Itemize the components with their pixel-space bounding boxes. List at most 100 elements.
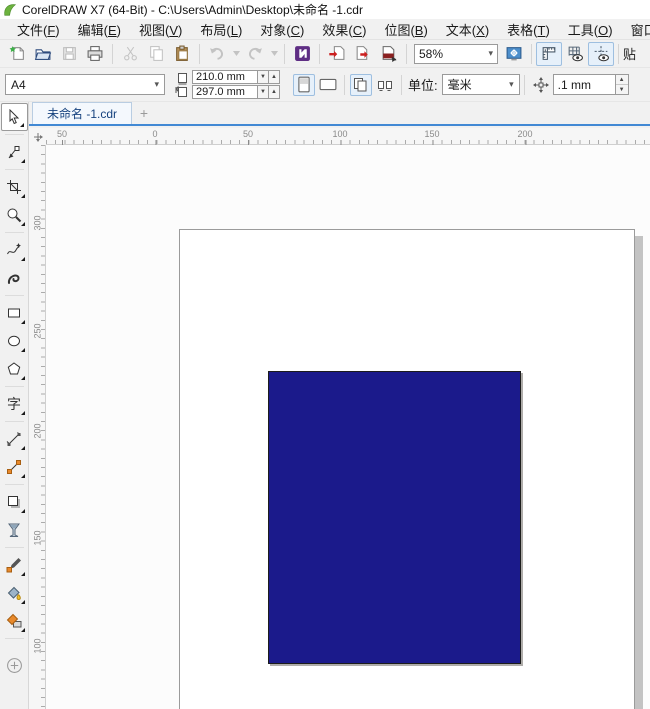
- document-page[interactable]: [179, 229, 635, 709]
- freehand-tool[interactable]: [1, 236, 28, 264]
- toolbox-separator: [5, 232, 24, 233]
- zoom-level-combobox[interactable]: 58% ▾: [414, 44, 498, 64]
- toolbox-separator: [5, 638, 24, 639]
- quick-customize-button[interactable]: [1, 651, 28, 679]
- print-button[interactable]: [82, 42, 108, 66]
- units-value: 毫米: [448, 76, 472, 93]
- undo-button[interactable]: [204, 42, 230, 66]
- redo-dropdown-caret[interactable]: [268, 42, 280, 66]
- new-tab-button[interactable]: +: [132, 102, 156, 124]
- toolbox-separator: [5, 295, 24, 296]
- units-combobox[interactable]: 毫米 ▾: [442, 74, 520, 95]
- width-spin-up[interactable]: ▲: [269, 70, 280, 84]
- text-tool[interactable]: 字: [1, 390, 28, 418]
- drawn-rectangle[interactable]: [268, 371, 521, 664]
- nudge-spin-up[interactable]: ▲: [616, 75, 628, 85]
- full-screen-preview-button[interactable]: [501, 42, 527, 66]
- menu-item-2[interactable]: 视图(V): [130, 18, 191, 41]
- height-spin-down[interactable]: ▼: [258, 85, 269, 99]
- menu-item-6[interactable]: 位图(B): [375, 18, 436, 41]
- vertical-ruler[interactable]: 300250200150100: [29, 145, 46, 709]
- straight-line-connector-tool[interactable]: [1, 453, 28, 481]
- menu-item-1[interactable]: 编辑(E): [69, 18, 130, 41]
- artistic-media-tool[interactable]: [1, 264, 28, 292]
- menu-item-3[interactable]: 布局(L): [191, 18, 251, 41]
- publish-pdf-button[interactable]: [376, 42, 402, 66]
- page-dimensions-icon: [175, 72, 189, 98]
- toolbox-separator: [5, 484, 24, 485]
- color-eyedropper-tool[interactable]: [1, 551, 28, 579]
- cut-button[interactable]: [117, 42, 143, 66]
- rectangle-tool[interactable]: [1, 299, 28, 327]
- toolbar-separator: [406, 44, 407, 64]
- menu-bar: 文件(F)编辑(E)视图(V)布局(L)对象(C)效果(C)位图(B)文本(X)…: [0, 19, 650, 40]
- all-pages-button[interactable]: [350, 74, 372, 96]
- toolbar-separator: [319, 44, 320, 64]
- shape-tool[interactable]: [1, 138, 28, 166]
- interactive-fill-tool[interactable]: [1, 579, 28, 607]
- export-button[interactable]: [350, 42, 376, 66]
- document-tab-bar: 未命名 -1.cdr +: [29, 102, 650, 126]
- page-size-combobox[interactable]: A4 ▾: [5, 74, 165, 95]
- toolbar-separator: [284, 44, 285, 64]
- redo-button[interactable]: [242, 42, 268, 66]
- text-tool-glyph: 字: [7, 397, 21, 411]
- application-launcher-button[interactable]: [289, 42, 315, 66]
- snap-to-dropdown[interactable]: 贴: [623, 44, 636, 63]
- parallel-dimension-tool[interactable]: [1, 425, 28, 453]
- toolbox-separator: [5, 421, 24, 422]
- portrait-orientation-button[interactable]: [293, 74, 315, 96]
- transparency-tool[interactable]: [1, 516, 28, 544]
- page-width-field[interactable]: 210.0 mm: [192, 70, 258, 84]
- landscape-orientation-button[interactable]: [317, 74, 339, 96]
- menu-item-7[interactable]: 文本(X): [437, 18, 498, 41]
- open-button[interactable]: [30, 42, 56, 66]
- copy-button[interactable]: [143, 42, 169, 66]
- nudge-spin-down[interactable]: ▼: [616, 85, 628, 94]
- import-button[interactable]: [324, 42, 350, 66]
- pick-tool[interactable]: [1, 103, 28, 131]
- undo-dropdown-caret[interactable]: [230, 42, 242, 66]
- save-button[interactable]: [56, 42, 82, 66]
- hruler-label-3: 100: [332, 129, 347, 139]
- title-bar: CorelDRAW X7 (64-Bit) - C:\Users\Admin\D…: [0, 0, 650, 19]
- horizontal-ruler[interactable]: 50050100150200: [46, 128, 650, 145]
- coreldraw-logo-icon: [3, 3, 17, 17]
- height-spin-up[interactable]: ▲: [269, 85, 280, 99]
- page-height-field[interactable]: 297.0 mm: [192, 85, 258, 99]
- menu-item-9[interactable]: 工具(O): [559, 18, 622, 41]
- chevron-down-icon: ▾: [488, 48, 493, 59]
- paste-button[interactable]: [169, 42, 195, 66]
- menu-item-4[interactable]: 对象(C): [251, 18, 313, 41]
- crop-tool[interactable]: [1, 173, 28, 201]
- polygon-tool[interactable]: [1, 355, 28, 383]
- show-rulers-toggle[interactable]: [536, 42, 562, 66]
- vruler-label-4: 100: [33, 638, 43, 653]
- show-guidelines-toggle[interactable]: [588, 42, 614, 66]
- chevron-down-icon: ▾: [154, 79, 159, 90]
- document-tab-active[interactable]: 未命名 -1.cdr: [32, 102, 132, 124]
- current-page-button[interactable]: [374, 74, 396, 96]
- ellipse-tool[interactable]: [1, 327, 28, 355]
- toolbar-separator: [618, 44, 619, 64]
- nudge-distance-field[interactable]: .1 mm ▲ ▼: [553, 74, 629, 95]
- drop-shadow-tool[interactable]: [1, 488, 28, 516]
- toolbox-separator: [5, 547, 24, 548]
- menu-item-8[interactable]: 表格(T): [498, 18, 559, 41]
- ruler-origin-button[interactable]: [29, 128, 46, 145]
- width-spin-down[interactable]: ▼: [258, 70, 269, 84]
- vruler-label-2: 200: [33, 423, 43, 438]
- zoom-tool[interactable]: [1, 201, 28, 229]
- toolbar-separator: [112, 44, 113, 64]
- menu-item-0[interactable]: 文件(F): [8, 18, 69, 41]
- vruler-label-3: 150: [33, 530, 43, 545]
- hruler-label-4: 150: [424, 129, 439, 139]
- nudge-distance-icon: [533, 77, 549, 93]
- menu-item-10[interactable]: 窗口(W): [622, 18, 650, 41]
- new-document-button[interactable]: [4, 42, 30, 66]
- smart-fill-tool[interactable]: [1, 607, 28, 635]
- show-grid-toggle[interactable]: [562, 42, 588, 66]
- nudge-distance-value: .1 mm: [554, 78, 615, 92]
- drawing-canvas[interactable]: [46, 145, 650, 709]
- menu-item-5[interactable]: 效果(C): [313, 18, 375, 41]
